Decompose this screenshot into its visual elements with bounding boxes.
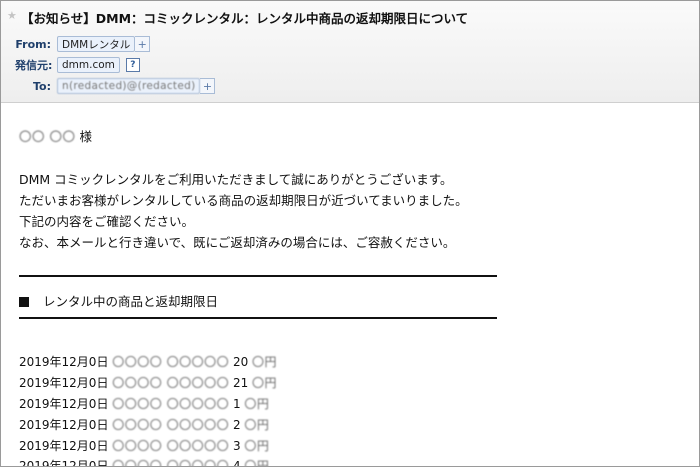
- item-price: 〇円: [252, 376, 278, 390]
- email-window: ★ 【お知らせ】DMM：コミックレンタル：レンタル中商品の返却期限日について F…: [0, 0, 700, 467]
- item-volume: 2: [232, 418, 241, 432]
- item-title: 〇〇〇〇 〇〇〇〇〇: [112, 459, 230, 467]
- paragraph-line-3: 下記の内容をご確認ください。: [19, 214, 195, 229]
- from-row: From: DMMレンタル +: [15, 36, 151, 52]
- paragraph-line-4: なお、本メールと行き違いで、既にご返却済みの場合には、ご容赦ください。: [19, 235, 456, 250]
- greeting: 〇〇 〇〇 様: [19, 126, 92, 145]
- item-title: 〇〇〇〇 〇〇〇〇〇: [112, 418, 230, 432]
- star-icon[interactable]: ★: [7, 9, 17, 22]
- to-chip[interactable]: n(redacted)@(redacted): [57, 78, 201, 94]
- item-price: 〇円: [252, 355, 278, 369]
- add-from-icon[interactable]: +: [135, 36, 151, 52]
- item-volume: 3: [232, 439, 241, 453]
- section-rule-bottom: [19, 317, 497, 319]
- paragraph-line-2: ただいまお客様がレンタルしている商品の返却期限日が近づいてまいりました。: [19, 193, 468, 208]
- item-price: 〇円: [244, 418, 270, 432]
- list-item: 2019年12月0日 〇〇〇〇 〇〇〇〇〇 20 〇円: [19, 353, 277, 370]
- list-item: 2019年12月0日 〇〇〇〇 〇〇〇〇〇 4 〇円: [19, 457, 270, 467]
- recipient-name: 〇〇 〇〇: [19, 129, 76, 144]
- email-header: ★ 【お知らせ】DMM：コミックレンタル：レンタル中商品の返却期限日について F…: [1, 1, 699, 103]
- item-volume: 4: [232, 459, 241, 467]
- email-subject: 【お知らせ】DMM：コミックレンタル：レンタル中商品の返却期限日について: [21, 11, 469, 26]
- list-item: 2019年12月0日 〇〇〇〇 〇〇〇〇〇 1 〇円: [19, 395, 269, 412]
- item-price: 〇円: [244, 397, 270, 411]
- item-title: 〇〇〇〇 〇〇〇〇〇: [112, 439, 230, 453]
- item-date: 2019年12月0日: [19, 397, 109, 411]
- sender-chip[interactable]: dmm.com: [57, 57, 120, 73]
- to-row: To: n(redacted)@(redacted) +: [15, 78, 216, 94]
- section-heading: レンタル中の商品と返却期限日: [19, 291, 218, 310]
- honorific: 様: [79, 129, 92, 144]
- item-volume: 21: [232, 376, 249, 390]
- item-volume: 20: [232, 355, 249, 369]
- item-price: 〇円: [244, 459, 270, 467]
- section-rule-top: [19, 275, 497, 277]
- sender-label: 発信元:: [15, 59, 53, 72]
- item-title: 〇〇〇〇 〇〇〇〇〇: [112, 376, 230, 390]
- sender-row: 発信元: dmm.com ?: [15, 57, 140, 73]
- item-date: 2019年12月0日: [19, 439, 109, 453]
- item-date: 2019年12月0日: [19, 355, 109, 369]
- section-title: レンタル中の商品と返却期限日: [43, 294, 219, 309]
- square-bullet-icon: [19, 297, 29, 307]
- item-date: 2019年12月0日: [19, 376, 109, 390]
- list-item: 2019年12月0日 〇〇〇〇 〇〇〇〇〇 21 〇円: [19, 374, 277, 391]
- item-price: 〇円: [244, 439, 270, 453]
- from-chip[interactable]: DMMレンタル: [57, 36, 136, 52]
- item-date: 2019年12月0日: [19, 418, 109, 432]
- to-label: To:: [33, 79, 51, 93]
- paragraph-line-1: DMM コミックレンタルをご利用いただきまして誠にありがとうございます。: [19, 172, 453, 187]
- item-title: 〇〇〇〇 〇〇〇〇〇: [112, 397, 230, 411]
- from-label: From:: [15, 37, 51, 51]
- item-title: 〇〇〇〇 〇〇〇〇〇: [112, 355, 230, 369]
- item-date: 2019年12月0日: [19, 459, 109, 467]
- list-item: 2019年12月0日 〇〇〇〇 〇〇〇〇〇 2 〇円: [19, 416, 269, 433]
- add-to-icon[interactable]: +: [200, 78, 216, 94]
- help-icon[interactable]: ?: [125, 58, 140, 72]
- list-item: 2019年12月0日 〇〇〇〇 〇〇〇〇〇 3 〇円: [19, 437, 269, 454]
- item-volume: 1: [232, 397, 241, 411]
